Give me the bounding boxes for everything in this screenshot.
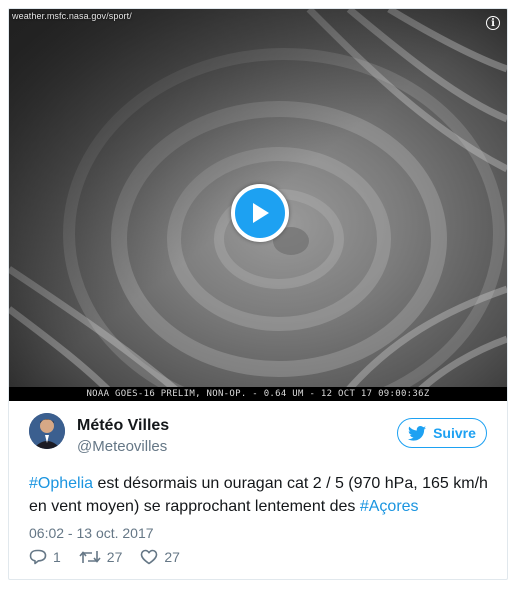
play-button[interactable] [231,184,289,242]
retweet-icon [79,551,101,563]
action-bar: 1 27 27 [29,547,198,567]
reply-icon [29,549,47,565]
author-handle[interactable]: @Meteovilles [77,438,167,455]
retweet-count: 27 [106,549,123,565]
hashtag-ophelia[interactable]: #Ophelia [29,475,93,492]
follow-label: Suivre [433,425,476,441]
video-player[interactable]: weather.msfc.nasa.gov/sport/ i NOAA GOES… [9,9,507,401]
like-action[interactable]: 27 [140,549,180,565]
author-name[interactable]: Météo Villes [77,417,169,435]
tweet-text: #Ophelia est désormais un ouragan cat 2 … [29,472,489,518]
like-count: 27 [164,549,180,565]
author-row: Météo Villes @Meteovilles Suivre [29,413,489,463]
tweet-body: est désormais un ouragan cat 2 / 5 (970 … [29,475,488,515]
heart-icon [141,549,158,565]
info-icon[interactable]: i [486,16,500,30]
follow-button[interactable]: Suivre [397,418,487,448]
retweet-action[interactable]: 27 [79,549,123,565]
image-caption: NOAA GOES-16 PRELIM, NON-OP. - 0.64 UM -… [9,387,507,401]
reply-count: 1 [53,549,61,565]
play-icon [253,203,269,223]
twitter-bird-icon [408,425,427,441]
timestamp[interactable]: 06:02 - 13 oct. 2017 [29,525,154,541]
source-url: weather.msfc.nasa.gov/sport/ [12,11,132,21]
avatar[interactable] [29,413,65,449]
hashtag-acores[interactable]: #Açores [360,498,419,515]
tweet-card: weather.msfc.nasa.gov/sport/ i NOAA GOES… [8,8,508,580]
reply-action[interactable]: 1 [29,549,61,565]
